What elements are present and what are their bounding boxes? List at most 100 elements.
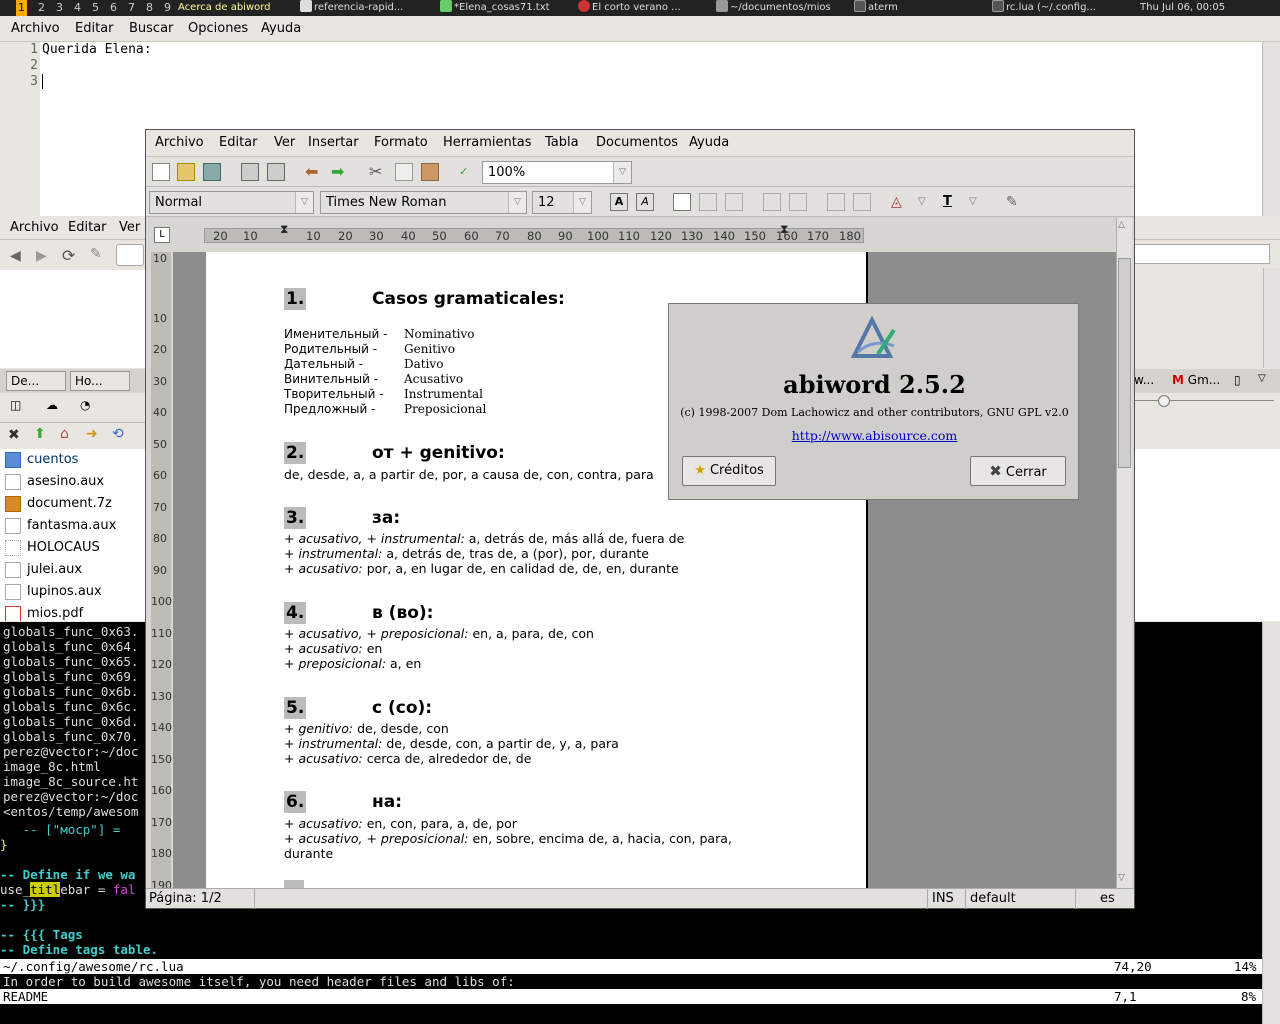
editor-menu-editar[interactable]: Editar [75,21,114,36]
zoom-select[interactable]: 100% ▽ [482,161,632,184]
cloud-icon[interactable]: ☁ [46,398,58,412]
bold-icon[interactable]: A [610,193,628,211]
tab-ho[interactable]: Ho... [70,371,130,391]
scroll-up-icon[interactable]: △ [1118,220,1125,230]
paste-icon[interactable] [421,163,439,181]
italic-icon[interactable]: A [636,193,654,211]
tag-6[interactable]: 6 [108,0,119,16]
up-icon[interactable]: ⬆ [34,426,46,442]
right-indent-marker[interactable]: ⧗ [780,222,788,237]
task-about-abiword[interactable]: Acerca de abiword [178,0,300,16]
task-aterm[interactable]: aterm [854,0,974,16]
list-item[interactable]: fantasma.aux [0,515,145,537]
copy-icon[interactable] [395,163,413,181]
chevron-down-icon[interactable]: ▽ [918,193,936,211]
editor-menu-opciones[interactable]: Opciones [188,21,248,36]
list-item[interactable]: lupinos.aux [0,581,145,603]
format-painter-icon[interactable]: ✎ [1006,193,1024,211]
save-icon[interactable] [203,163,221,181]
list-item[interactable]: document.7z [0,493,145,515]
horizontal-ruler[interactable]: L 20 10 10 20 30 40 50 60 70 80 90 100 1… [146,218,1134,252]
refresh-icon[interactable]: ⟲ [112,426,124,442]
home-icon[interactable]: ⌂ [60,426,69,442]
close-button[interactable]: ✖ Cerrar [970,456,1066,486]
reload-icon[interactable]: ⟳ [62,246,75,265]
back-icon[interactable]: ◀ [10,248,21,264]
close-icon[interactable]: ✖ [8,427,20,443]
browser-menu-ver[interactable]: Ver [119,220,140,235]
text-color-icon[interactable]: T [943,193,961,211]
left-indent-marker[interactable]: ⧗ [280,222,288,237]
font-select[interactable]: Times New Roman ▽ [320,191,527,214]
media-icon[interactable]: ◫ [10,398,21,412]
redo-icon[interactable]: ➡ [331,163,349,181]
open-icon[interactable] [177,163,195,181]
tag-9[interactable]: 9 [162,0,173,16]
bullets-icon[interactable] [763,193,781,211]
editor-menu-archivo[interactable]: Archivo [11,21,60,36]
align-left-icon[interactable] [673,193,691,211]
slider[interactable] [1134,395,1274,407]
forward-icon[interactable]: ▶ [36,248,47,264]
list-item[interactable]: cuentos [0,449,145,471]
task-corto-verano[interactable]: El corto verano ... [578,0,712,16]
abi-menu-editar[interactable]: Editar [219,135,258,150]
url-box[interactable] [116,244,144,266]
print-preview-icon[interactable] [241,163,259,181]
about-url-link[interactable]: http://www.abisource.com [669,428,1080,443]
indent-icon[interactable] [853,193,871,211]
abi-menu-insertar[interactable]: Insertar [308,135,359,150]
tag-4[interactable]: 4 [72,0,83,16]
list-item[interactable]: HOLOCAUS [0,537,145,559]
abi-menu-archivo[interactable]: Archivo [155,135,204,150]
tag-5[interactable]: 5 [90,0,101,16]
task-documentos-mios[interactable]: ~/documentos/mios [716,0,852,16]
new-document-icon[interactable] [152,163,170,181]
tab-stop-icon[interactable]: L [154,227,170,243]
slider-handle[interactable] [1158,395,1170,407]
highlight-icon[interactable]: ◬ [891,193,909,211]
size-select[interactable]: 12 ▽ [532,191,592,214]
browser-scrollbar[interactable] [1263,268,1280,368]
undo-icon[interactable]: ⬅ [305,163,323,181]
cut-icon[interactable]: ✂ [369,163,387,181]
document-scrollbar[interactable]: △ ▽ [1116,218,1132,888]
vertical-ruler[interactable]: 10 10 20 30 40 50 60 70 80 90 100 110 120 130 140 150 16… [151,252,172,892]
tab-w[interactable]: w... [1134,373,1154,387]
chevron-down-icon[interactable]: ▽ [1258,373,1266,384]
editor-text-area[interactable]: Querida Elena: [42,42,152,89]
tag-3[interactable]: 3 [54,0,65,16]
tag-2[interactable]: 2 [36,0,47,16]
tag-8[interactable]: 8 [144,0,155,16]
terminal-scrollbar[interactable] [1262,622,1280,818]
chevron-down-icon[interactable]: ▽ [969,193,987,211]
page-icon[interactable]: ▯ [1234,373,1241,387]
task-referencia[interactable]: referencia-rapid... [300,0,436,16]
gauge-icon[interactable]: ◔ [80,398,90,412]
spellcheck-icon[interactable]: ✓ [459,163,477,181]
aterm-terminal[interactable]: globals_func_0x63. globals_func_0x64. glob… [0,622,145,818]
editor-scrollbar[interactable] [1262,42,1280,216]
align-right-icon[interactable] [725,193,743,211]
editor-menu-buscar[interactable]: Buscar [129,21,173,36]
tab-de[interactable]: De... [6,371,66,391]
tag-1[interactable]: 1 [16,0,27,16]
list-item[interactable]: asesino.aux [0,471,145,493]
tag-7[interactable]: 7 [126,0,137,16]
style-select[interactable]: Normal ▽ [149,191,314,214]
tab-gmail[interactable]: M Gm... [1172,373,1220,387]
abi-menu-documentos[interactable]: Documentos [596,135,678,150]
search-box[interactable] [1134,244,1270,264]
numbering-icon[interactable] [789,193,807,211]
credits-button[interactable]: ★ Créditos [682,456,776,486]
scroll-down-icon[interactable]: ▽ [1118,873,1125,883]
task-rc-lua[interactable]: rc.lua (~/.config... [992,0,1132,16]
list-item[interactable]: mios.pdf [0,603,145,621]
browser-menu-archivo[interactable]: Archivo [10,220,59,235]
print-icon[interactable] [267,163,285,181]
abi-menu-ayuda[interactable]: Ayuda [689,135,729,150]
abi-menu-formato[interactable]: Formato [374,135,428,150]
editor-menu-ayuda[interactable]: Ayuda [261,21,301,36]
outdent-icon[interactable] [827,193,845,211]
abi-menu-herramientas[interactable]: Herramientas [443,135,532,150]
